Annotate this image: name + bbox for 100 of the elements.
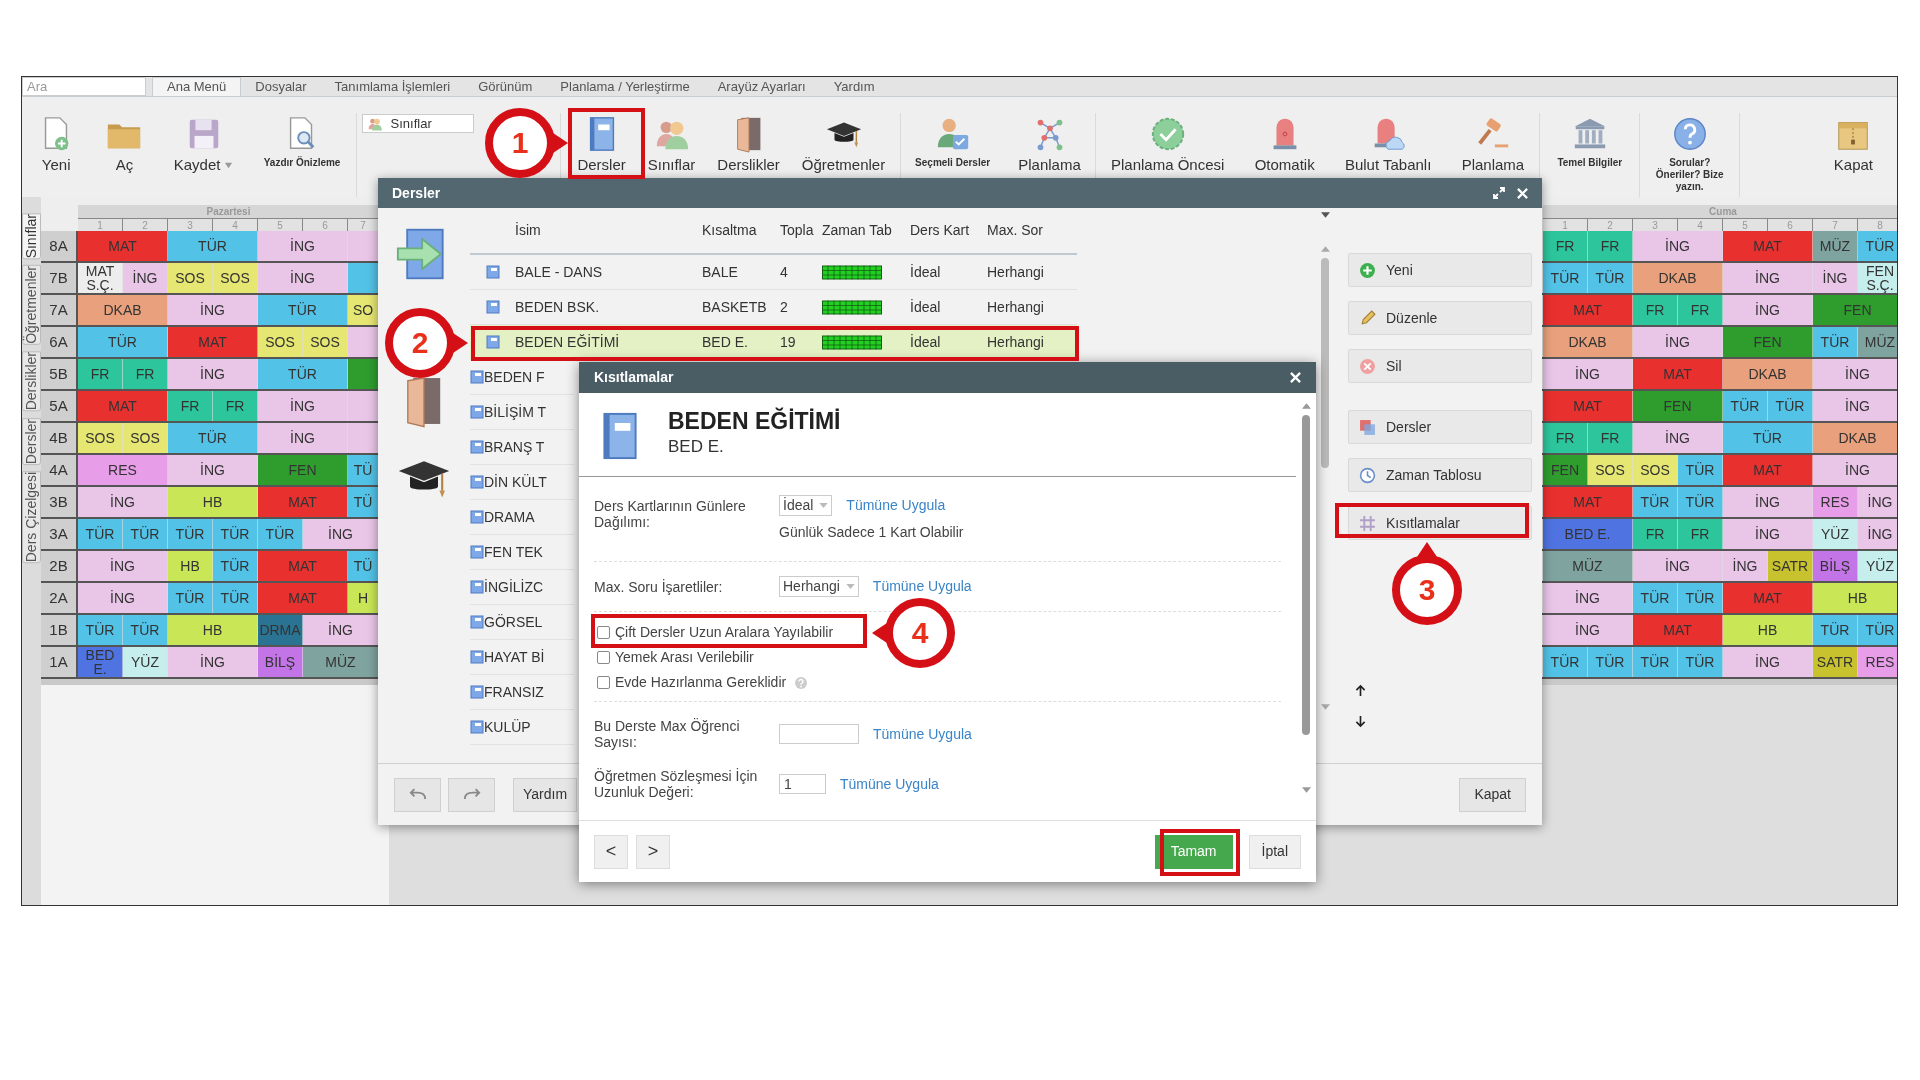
toolbar-button[interactable]: Planlama bbox=[1457, 113, 1529, 173]
input-field[interactable] bbox=[779, 724, 859, 744]
lesson-cell[interactable]: FEN bbox=[1633, 391, 1723, 421]
lesson-cell[interactable]: FR bbox=[1543, 423, 1588, 453]
column-header[interactable]: Max. Sor bbox=[987, 222, 1043, 238]
lesson-row[interactable]: HAYAT Bİ bbox=[470, 640, 574, 675]
scroll-up-icon[interactable] bbox=[1320, 246, 1330, 252]
help-icon[interactable] bbox=[795, 676, 808, 689]
lesson-cell[interactable]: FR bbox=[1678, 519, 1723, 549]
cancel-button[interactable]: İptal bbox=[1248, 834, 1301, 869]
lesson-cell[interactable]: TÜR bbox=[1858, 615, 1897, 645]
menu-tab[interactable]: Yardım bbox=[819, 77, 889, 96]
apply-all-link[interactable]: Tümüne Uygula bbox=[846, 495, 946, 516]
lesson-cell[interactable]: FR bbox=[1543, 231, 1588, 261]
toolbar-button[interactable]: Temel Bilgiler bbox=[1553, 113, 1627, 169]
lesson-cell[interactable]: BİLŞ bbox=[258, 647, 303, 677]
lesson-cell[interactable]: FR bbox=[213, 391, 258, 421]
lesson-cell[interactable]: İNG bbox=[1723, 487, 1813, 517]
lesson-cell[interactable]: İNG bbox=[168, 455, 258, 485]
lesson-cell[interactable]: TÜR bbox=[1723, 391, 1768, 421]
lesson-cell[interactable]: TÜR bbox=[1768, 391, 1813, 421]
lesson-row[interactable]: İNGİLİZC bbox=[470, 570, 574, 605]
lesson-cell[interactable]: İNG bbox=[168, 295, 258, 325]
lesson-row[interactable]: DİN KÜLT bbox=[470, 465, 574, 500]
lesson-cell[interactable]: İNG bbox=[1633, 327, 1723, 357]
lesson-row[interactable]: BALE - DANS BALE 4 İdeal Herhangi bbox=[470, 255, 1077, 290]
lesson-cell[interactable]: MÜZ bbox=[303, 647, 379, 677]
class-dropdown[interactable]: Sınıflar bbox=[361, 114, 474, 133]
checkbox[interactable] bbox=[597, 676, 610, 689]
lesson-cell[interactable]: TÜR bbox=[1633, 647, 1678, 677]
move-down-icon[interactable] bbox=[1355, 715, 1366, 728]
column-header[interactable]: İsim bbox=[515, 222, 541, 238]
scrollbar-thumb[interactable] bbox=[1321, 258, 1329, 468]
lesson-cell[interactable]: İNG bbox=[1543, 615, 1633, 645]
lesson-cell[interactable]: H bbox=[348, 583, 379, 613]
lesson-cell[interactable]: İNG bbox=[1543, 583, 1633, 613]
side-tab[interactable]: Öğretmenler bbox=[22, 265, 41, 346]
scrollbar-thumb[interactable] bbox=[1302, 415, 1310, 735]
lesson-cell[interactable]: TÜR bbox=[1678, 487, 1723, 517]
lesson-cell[interactable]: TÜR bbox=[1813, 615, 1858, 645]
lesson-cell[interactable] bbox=[348, 263, 379, 293]
lesson-cell[interactable]: TÜR bbox=[1633, 583, 1678, 613]
lesson-cell[interactable]: FR bbox=[168, 391, 213, 421]
lesson-cell[interactable]: TÜR bbox=[1588, 647, 1633, 677]
lesson-cell[interactable]: TÜR bbox=[78, 519, 123, 549]
lesson-cell[interactable]: FEN bbox=[1813, 295, 1897, 325]
lesson-cell[interactable]: İNG bbox=[1723, 519, 1813, 549]
lesson-cell[interactable]: RES bbox=[1813, 487, 1858, 517]
toolbar-button[interactable]: Dersler bbox=[573, 113, 630, 173]
select-field[interactable]: İdeal bbox=[779, 495, 833, 516]
lesson-row[interactable]: KULÜP bbox=[470, 710, 574, 745]
lesson-cell[interactable]: TÜR bbox=[258, 359, 348, 389]
lesson-cell[interactable]: TÜR bbox=[168, 519, 213, 549]
toolbar-button[interactable]: Öğretmenler bbox=[797, 113, 890, 173]
lesson-cell[interactable] bbox=[348, 327, 379, 357]
lesson-cell[interactable] bbox=[348, 231, 379, 261]
lesson-cell[interactable]: SOS bbox=[78, 423, 123, 453]
action-button[interactable]: Sil bbox=[1348, 349, 1532, 383]
lesson-cell[interactable]: DKAB bbox=[1543, 327, 1633, 357]
action-button[interactable]: Dersler bbox=[1348, 410, 1532, 444]
select-field[interactable]: Herhangi bbox=[779, 576, 859, 597]
lesson-cell[interactable]: İNG bbox=[258, 391, 348, 421]
toolbar-button[interactable]: Seçmeli Dersler bbox=[911, 113, 995, 169]
lesson-cell[interactable]: SOS bbox=[258, 327, 303, 357]
lesson-cell[interactable]: FEN S.Ç. bbox=[1858, 263, 1897, 293]
lesson-cell[interactable]: FR bbox=[1588, 423, 1633, 453]
lesson-cell[interactable]: İNG bbox=[1633, 551, 1723, 581]
lesson-cell[interactable]: SOS bbox=[1588, 455, 1633, 485]
lesson-cell[interactable]: TÜR bbox=[1678, 455, 1723, 485]
lesson-cell[interactable]: TÜR bbox=[1543, 263, 1588, 293]
lesson-cell[interactable]: FR bbox=[1633, 519, 1678, 549]
lesson-cell[interactable]: TÜR bbox=[168, 583, 213, 613]
lesson-cell[interactable]: FR bbox=[1588, 231, 1633, 261]
lesson-cell[interactable]: İNG bbox=[1858, 519, 1897, 549]
lesson-cell[interactable]: RES bbox=[78, 455, 168, 485]
next-button[interactable]: > bbox=[636, 834, 670, 869]
column-header[interactable]: Zaman Tab bbox=[822, 222, 892, 238]
lesson-cell[interactable]: İNG bbox=[303, 615, 379, 645]
action-button[interactable]: Yeni bbox=[1348, 253, 1532, 287]
apply-all-link[interactable]: Tümüne Uygula bbox=[872, 576, 972, 597]
menu-tab[interactable]: Görünüm bbox=[464, 77, 547, 96]
lesson-cell[interactable]: FR bbox=[1678, 295, 1723, 325]
lesson-cell[interactable]: İNG bbox=[1813, 391, 1897, 421]
lesson-cell[interactable]: İNG bbox=[1813, 263, 1858, 293]
move-up-icon[interactable] bbox=[1355, 684, 1366, 697]
lesson-cell[interactable]: TÜR bbox=[123, 615, 168, 645]
lesson-cell[interactable]: FR bbox=[78, 359, 123, 389]
checkbox-label[interactable]: Çift Dersler Uzun Aralara Yayılabilir bbox=[615, 622, 834, 643]
toolbar-button[interactable]: Sorular? Öneriler? Bize yazın. bbox=[1641, 113, 1738, 193]
lesson-cell[interactable]: TÜR bbox=[1813, 327, 1858, 357]
lesson-cell[interactable] bbox=[348, 359, 379, 389]
lesson-cell[interactable]: FR bbox=[1633, 295, 1678, 325]
lesson-cell[interactable]: RES bbox=[1858, 647, 1897, 677]
lesson-cell[interactable]: TÜ bbox=[348, 487, 379, 517]
lesson-cell[interactable]: TÜR bbox=[168, 423, 258, 453]
action-button[interactable]: Zaman Tablosu bbox=[1348, 458, 1532, 492]
lesson-cell[interactable]: İNG bbox=[123, 263, 168, 293]
lesson-cell[interactable]: TÜR bbox=[1678, 647, 1723, 677]
lesson-cell[interactable]: DKAB bbox=[78, 295, 168, 325]
lesson-cell[interactable] bbox=[348, 423, 379, 453]
